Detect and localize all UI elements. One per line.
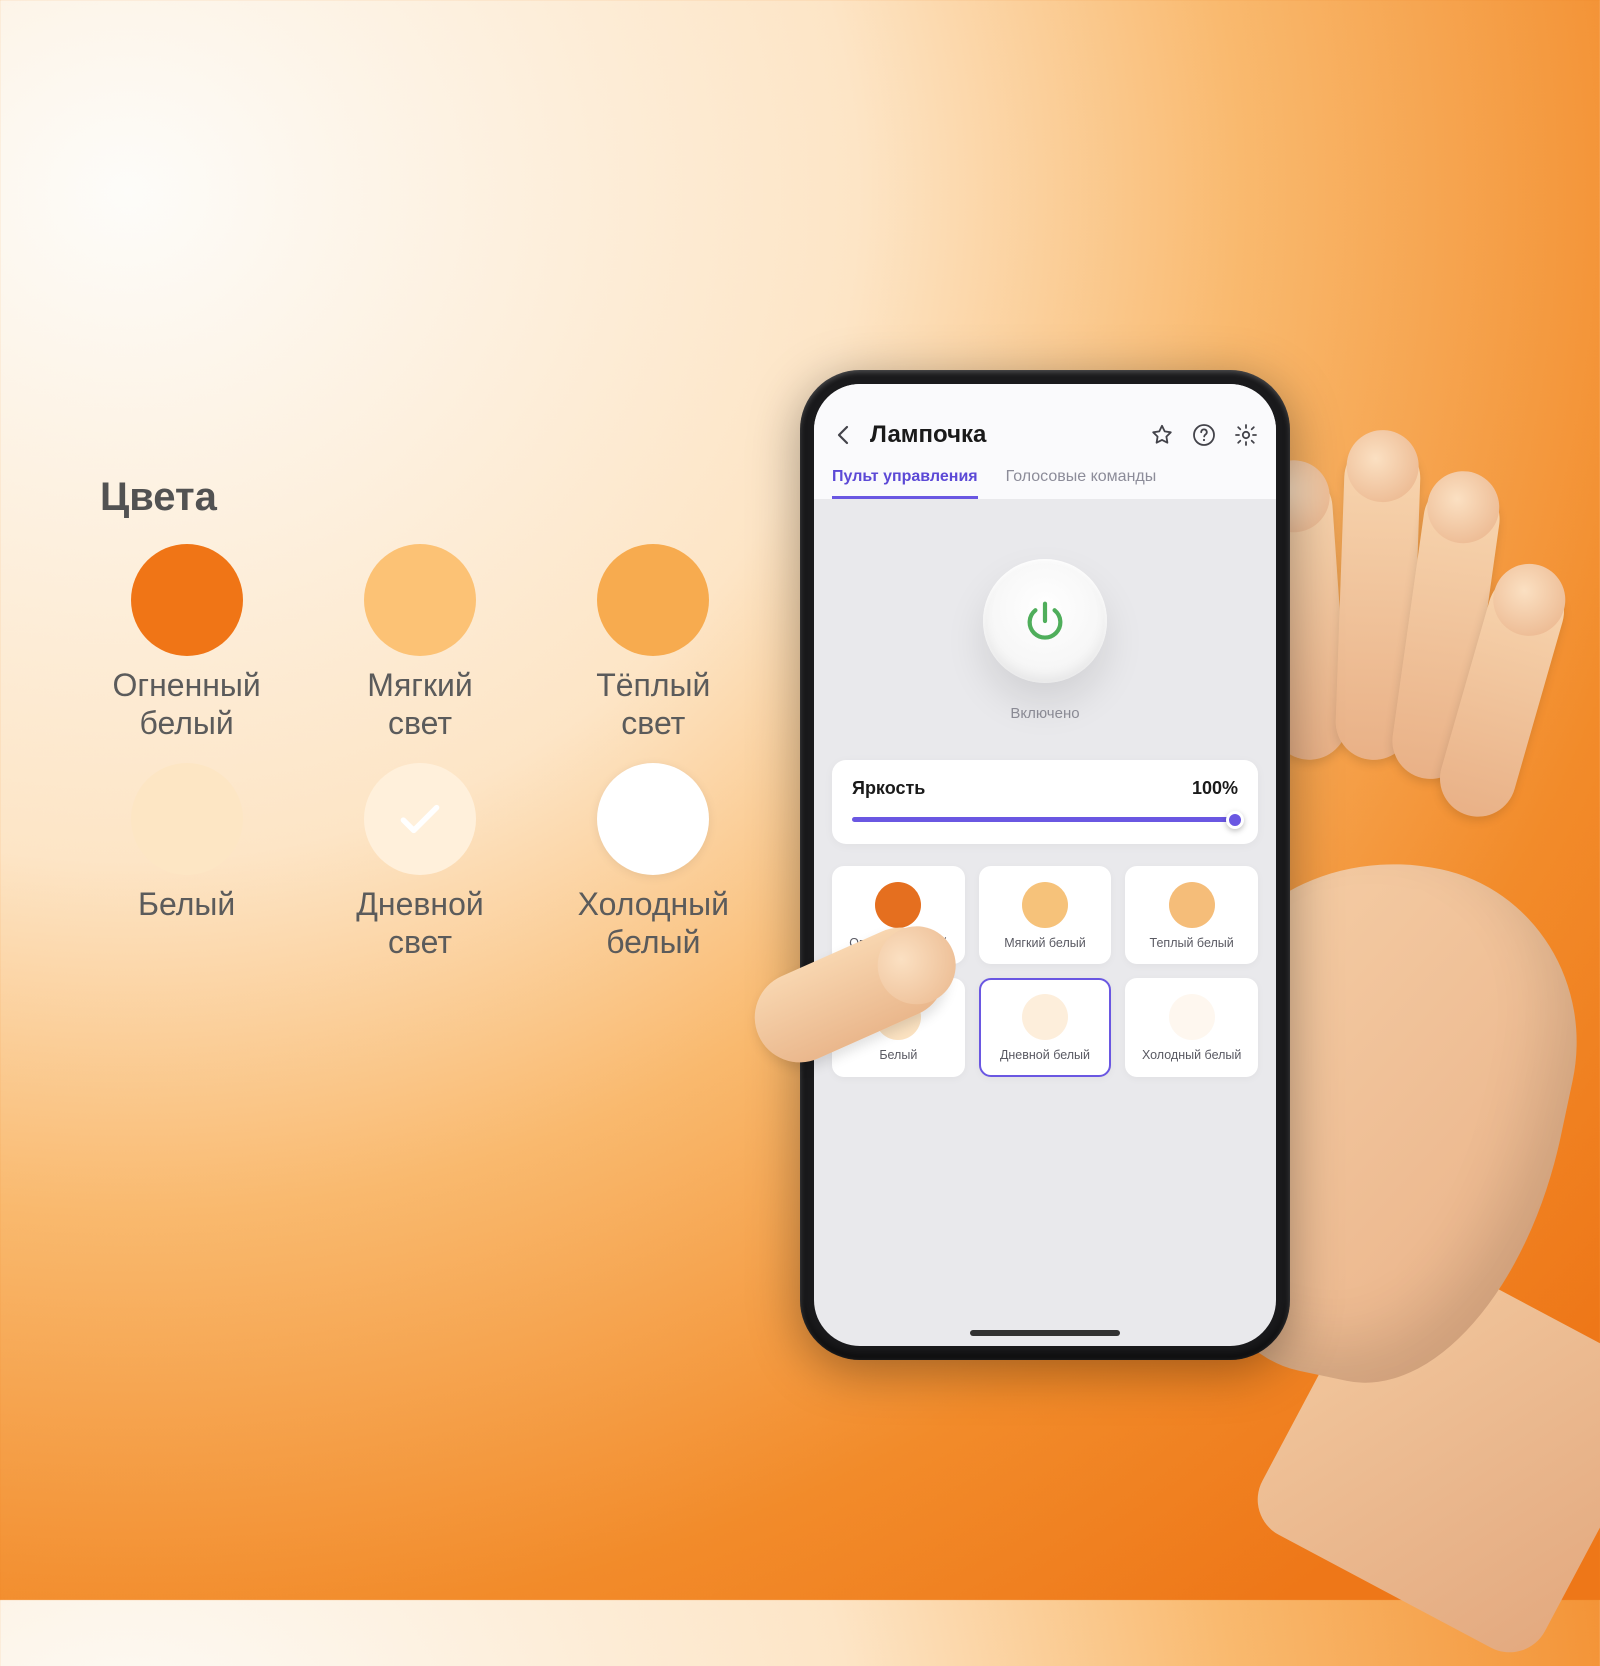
palette-label: Дневной свет — [333, 885, 506, 962]
home-indicator — [970, 1330, 1120, 1336]
tile-swatch — [1022, 882, 1068, 928]
swatch-fire-white — [131, 544, 243, 656]
swatch-white — [131, 763, 243, 875]
palette-label: Мягкий свет — [333, 666, 506, 743]
palette-item: Огненный белый — [113, 544, 261, 743]
check-icon — [395, 794, 445, 844]
palette-item: Белый — [131, 763, 243, 962]
palette-item: Дневной свет — [333, 763, 506, 962]
tile-label: Холодный белый — [1142, 1048, 1241, 1062]
brightness-value: 100% — [1192, 778, 1238, 799]
tile-day-white[interactable]: Дневной белый — [979, 978, 1112, 1076]
back-icon[interactable] — [832, 423, 856, 447]
tile-label: Огненный белый — [849, 936, 947, 950]
slider-thumb[interactable] — [1226, 811, 1244, 829]
swatch-cold-white — [597, 763, 709, 875]
power-status: Включено — [1010, 705, 1079, 722]
palette-label: Огненный белый — [113, 666, 261, 743]
tile-swatch — [1169, 994, 1215, 1040]
tile-cold-white[interactable]: Холодный белый — [1125, 978, 1258, 1076]
tile-soft-white[interactable]: Мягкий белый — [979, 866, 1112, 964]
tile-white[interactable]: Белый — [832, 978, 965, 1076]
tabs: Пульт управления Голосовые команды — [832, 468, 1258, 499]
tile-swatch — [1169, 882, 1215, 928]
palette-item: Холодный белый — [578, 763, 729, 962]
palette-label: Холодный белый — [578, 885, 729, 962]
tile-fire-white[interactable]: Огненный белый — [832, 866, 965, 964]
palette-label: Тёплый свет — [567, 666, 740, 743]
swatch-soft-light — [364, 544, 476, 656]
phone: Лампочка Пульт управления — [800, 370, 1290, 1360]
tile-label: Белый — [879, 1048, 917, 1062]
tile-swatch — [875, 994, 921, 1040]
brightness-label: Яркость — [852, 778, 925, 799]
palette-grid: Огненный белый Мягкий свет Тёплый свет Б… — [100, 544, 740, 962]
palette-title: Цвета — [100, 475, 740, 520]
tile-label: Дневной белый — [1000, 1048, 1090, 1062]
star-icon[interactable] — [1150, 423, 1174, 447]
app-header: Лампочка Пульт управления — [814, 384, 1276, 499]
tile-swatch — [1022, 994, 1068, 1040]
gear-icon[interactable] — [1234, 423, 1258, 447]
swatch-day-light — [364, 763, 476, 875]
power-button[interactable] — [983, 559, 1107, 683]
power-icon — [1022, 598, 1068, 644]
power-area: Включено — [814, 499, 1276, 760]
tile-swatch — [875, 882, 921, 928]
help-icon[interactable] — [1192, 423, 1216, 447]
tab-voice[interactable]: Голосовые команды — [1006, 468, 1157, 499]
tile-label: Теплый белый — [1150, 936, 1234, 950]
tab-remote[interactable]: Пульт управления — [832, 468, 978, 499]
color-palette: Цвета Огненный белый Мягкий свет Тёплый … — [100, 475, 740, 962]
palette-label: Белый — [138, 885, 235, 923]
tile-label: Мягкий белый — [1004, 936, 1085, 950]
palette-item: Мягкий свет — [333, 544, 506, 743]
color-tiles: Огненный белый Мягкий белый Теплый белый… — [832, 866, 1258, 1077]
palette-item: Тёплый свет — [567, 544, 740, 743]
page-title: Лампочка — [870, 421, 1136, 449]
swatch-warm-light — [597, 544, 709, 656]
brightness-card: Яркость 100% — [832, 760, 1258, 844]
brightness-slider[interactable] — [852, 817, 1238, 822]
app-screen: Лампочка Пульт управления — [814, 384, 1276, 1346]
tile-warm-white[interactable]: Теплый белый — [1125, 866, 1258, 964]
